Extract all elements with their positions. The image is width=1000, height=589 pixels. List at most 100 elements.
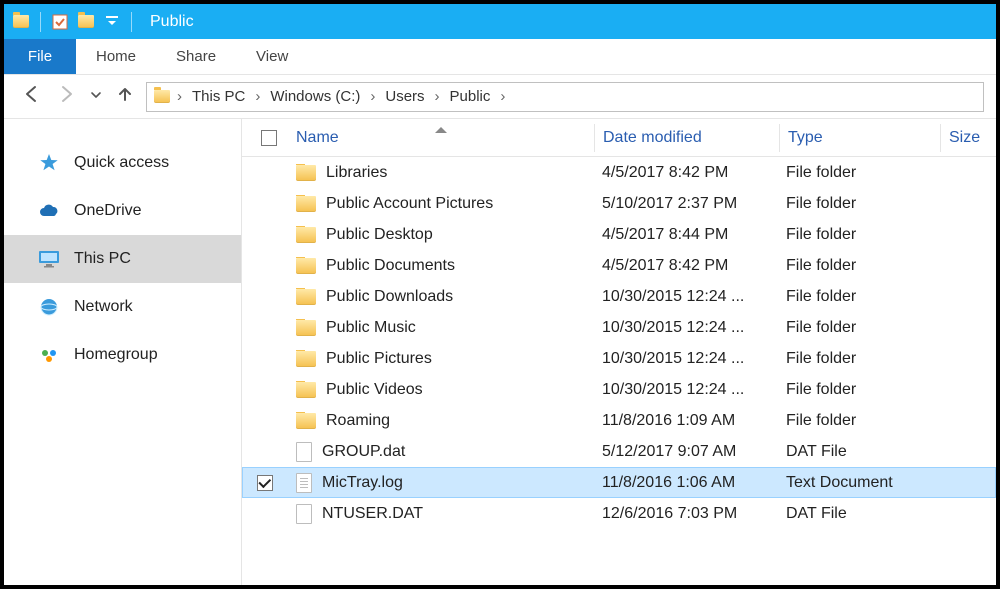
file-name: Public Videos bbox=[326, 381, 423, 399]
dropdown-icon[interactable] bbox=[101, 11, 123, 33]
file-row[interactable]: Public Account Pictures5/10/2017 2:37 PM… bbox=[242, 188, 996, 219]
file-type: File folder bbox=[778, 195, 938, 213]
breadcrumb-public[interactable]: Public bbox=[444, 86, 497, 107]
row-checkbox-cell[interactable] bbox=[242, 475, 288, 491]
file-date: 11/8/2016 1:06 AM bbox=[594, 474, 778, 492]
navigation-pane: Quick access OneDrive This PC Network bbox=[4, 119, 242, 585]
explorer-body: Quick access OneDrive This PC Network bbox=[4, 119, 996, 585]
separator bbox=[131, 12, 132, 32]
navitem-onedrive[interactable]: OneDrive bbox=[4, 187, 241, 235]
navitem-label: OneDrive bbox=[74, 202, 142, 220]
folder-icon bbox=[296, 320, 316, 336]
navitem-label: Quick access bbox=[74, 154, 169, 172]
folder-icon bbox=[296, 227, 316, 243]
row-name-cell[interactable]: Roaming bbox=[288, 412, 594, 430]
row-name-cell[interactable]: Public Account Pictures bbox=[288, 195, 594, 213]
row-name-cell[interactable]: GROUP.dat bbox=[288, 442, 594, 462]
navitem-quick-access[interactable]: Quick access bbox=[4, 139, 241, 187]
navitem-label: Homegroup bbox=[74, 346, 158, 364]
file-list: Libraries4/5/2017 8:42 PMFile folderPubl… bbox=[242, 157, 996, 529]
file-type: DAT File bbox=[778, 443, 938, 461]
row-name-cell[interactable]: Public Videos bbox=[288, 381, 594, 399]
up-button[interactable] bbox=[116, 85, 134, 108]
breadcrumb-drive[interactable]: Windows (C:) bbox=[264, 86, 366, 107]
file-row[interactable]: Roaming11/8/2016 1:09 AMFile folder bbox=[242, 405, 996, 436]
file-date: 10/30/2015 12:24 ... bbox=[594, 319, 778, 337]
file-type: File folder bbox=[778, 319, 938, 337]
row-name-cell[interactable]: Public Desktop bbox=[288, 226, 594, 244]
file-tab[interactable]: File bbox=[4, 39, 76, 74]
row-name-cell[interactable]: Public Pictures bbox=[288, 350, 594, 368]
tab-view[interactable]: View bbox=[236, 39, 308, 74]
chevron-right-icon[interactable]: › bbox=[175, 88, 184, 105]
file-row[interactable]: Public Downloads10/30/2015 12:24 ...File… bbox=[242, 281, 996, 312]
file-type: File folder bbox=[778, 288, 938, 306]
folder-icon bbox=[296, 289, 316, 305]
file-name: Public Pictures bbox=[326, 350, 432, 368]
ribbon-tabs: File Home Share View bbox=[4, 39, 996, 75]
file-date: 5/12/2017 9:07 AM bbox=[594, 443, 778, 461]
tab-home[interactable]: Home bbox=[76, 39, 156, 74]
folder-icon bbox=[296, 258, 316, 274]
file-row[interactable]: Public Documents4/5/2017 8:42 PMFile fol… bbox=[242, 250, 996, 281]
properties-icon[interactable] bbox=[49, 11, 71, 33]
row-name-cell[interactable]: MicTray.log bbox=[288, 473, 594, 493]
row-name-cell[interactable]: Libraries bbox=[288, 164, 594, 182]
row-name-cell[interactable]: Public Documents bbox=[288, 257, 594, 275]
file-date: 4/5/2017 8:42 PM bbox=[594, 257, 778, 275]
file-row[interactable]: GROUP.dat 5/12/2017 9:07 AMDAT File bbox=[242, 436, 996, 467]
row-checkbox[interactable] bbox=[257, 475, 273, 491]
file-name: Public Downloads bbox=[326, 288, 453, 306]
file-type: File folder bbox=[778, 412, 938, 430]
file-row[interactable]: Public Videos10/30/2015 12:24 ...File fo… bbox=[242, 374, 996, 405]
navitem-homegroup[interactable]: Homegroup bbox=[4, 331, 241, 379]
chevron-right-icon[interactable]: › bbox=[498, 88, 507, 105]
folder-icon bbox=[296, 351, 316, 367]
recent-locations-dropdown[interactable] bbox=[90, 88, 102, 106]
row-name-cell[interactable]: Public Music bbox=[288, 319, 594, 337]
file-name: Libraries bbox=[326, 164, 387, 182]
star-icon bbox=[38, 152, 60, 174]
file-row[interactable]: Public Music 10/30/2015 12:24 ...File fol… bbox=[242, 312, 996, 343]
file-row[interactable]: Public Pictures10/30/2015 12:24 ...File … bbox=[242, 343, 996, 374]
file-name: GROUP.dat bbox=[322, 443, 405, 461]
column-headers: Name Date modified Type Size bbox=[242, 119, 996, 157]
file-icon bbox=[296, 504, 312, 524]
window-frame: Public File Home Share View › This PC bbox=[0, 0, 1000, 589]
chevron-right-icon[interactable]: › bbox=[253, 88, 262, 105]
file-date: 10/30/2015 12:24 ... bbox=[594, 350, 778, 368]
folder-icon bbox=[151, 86, 173, 108]
folder-icon[interactable] bbox=[10, 11, 32, 33]
folder-icon[interactable] bbox=[75, 11, 97, 33]
navitem-network[interactable]: Network bbox=[4, 283, 241, 331]
file-type: File folder bbox=[778, 164, 938, 182]
navigation-bar: › This PC › Windows (C:) › Users › Publi… bbox=[4, 75, 996, 119]
file-name: Public Account Pictures bbox=[326, 195, 493, 213]
column-header-type[interactable]: Type bbox=[780, 129, 940, 147]
row-name-cell[interactable]: Public Downloads bbox=[288, 288, 594, 306]
file-name: Public Music bbox=[326, 319, 416, 337]
column-header-checkbox[interactable] bbox=[242, 130, 288, 146]
file-icon bbox=[296, 442, 312, 462]
select-all-checkbox[interactable] bbox=[261, 130, 277, 146]
row-name-cell[interactable]: NTUSER.DAT bbox=[288, 504, 594, 524]
breadcrumb-this-pc[interactable]: This PC bbox=[186, 86, 251, 107]
file-row[interactable]: Public Desktop4/5/2017 8:44 PMFile folde… bbox=[242, 219, 996, 250]
file-row[interactable]: NTUSER.DAT12/6/2016 7:03 PMDAT File bbox=[242, 498, 996, 529]
back-button[interactable] bbox=[22, 84, 42, 109]
chevron-right-icon[interactable]: › bbox=[368, 88, 377, 105]
file-row[interactable]: MicTray.log11/8/2016 1:06 AMText Documen… bbox=[242, 467, 996, 498]
navitem-this-pc[interactable]: This PC bbox=[4, 235, 241, 283]
file-type: Text Document bbox=[778, 474, 938, 492]
address-bar[interactable]: › This PC › Windows (C:) › Users › Publi… bbox=[146, 82, 984, 112]
file-date: 11/8/2016 1:09 AM bbox=[594, 412, 778, 430]
file-row[interactable]: Libraries 4/5/2017 8:42 PMFile folder bbox=[242, 157, 996, 188]
breadcrumb-users[interactable]: Users bbox=[379, 86, 430, 107]
file-date: 4/5/2017 8:42 PM bbox=[594, 164, 778, 182]
tab-share[interactable]: Share bbox=[156, 39, 236, 74]
column-header-size[interactable]: Size bbox=[941, 129, 996, 147]
column-header-date[interactable]: Date modified bbox=[595, 129, 779, 147]
file-name: NTUSER.DAT bbox=[322, 505, 423, 523]
chevron-right-icon[interactable]: › bbox=[433, 88, 442, 105]
column-header-name[interactable]: Name bbox=[288, 129, 594, 147]
